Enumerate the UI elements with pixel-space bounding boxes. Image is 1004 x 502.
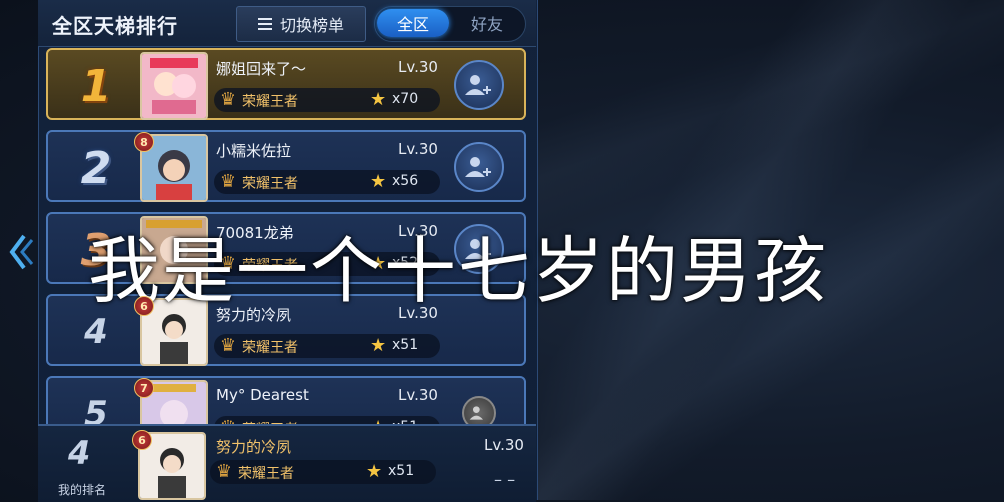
list-icon [257, 18, 272, 30]
add-friend-icon [469, 406, 483, 420]
tier-bar: ♛ 荣耀王者 ★ x51 [214, 334, 440, 358]
tier-name: 荣耀王者 [242, 176, 298, 192]
tier-name: 荣耀王者 [242, 94, 298, 110]
king-tier-icon: ♛ [215, 461, 233, 482]
player-level: Lv.30 [398, 58, 438, 76]
my-player-level: Lv.30 [484, 436, 524, 454]
star-count: x51 [388, 463, 415, 479]
avatar[interactable] [140, 52, 208, 120]
star-icon: ★ [370, 89, 387, 110]
caption-overlay: 我是一个十七岁的男孩 [88, 229, 829, 313]
rank-badge: 2 [80, 142, 112, 194]
tier-bar: ♛ 荣耀王者 ★ x56 [214, 170, 440, 194]
leaderboard-row[interactable]: 2 8 小糯米佐拉 Lv.30 ♛ 荣耀王者 ★ x56 [46, 130, 526, 202]
king-tier-icon: ♛ [219, 335, 237, 356]
leaderboard-header: 全区天梯排行 切换榜单 全区 好友 [38, 0, 536, 47]
king-tier-icon: ♛ [219, 89, 237, 110]
tier-bar: ♛ 荣耀王者 ★ x51 [210, 460, 436, 484]
my-rank-panel: 4 我的排名 6 努力的冷夙 Lv.30 ♛ 荣耀王者 ★ x51 – – [38, 424, 536, 502]
back-arrow-icon[interactable] [6, 232, 34, 272]
add-friend-button[interactable] [454, 142, 504, 192]
add-friend-button[interactable] [454, 60, 504, 110]
switch-list-button[interactable]: 切换榜单 [236, 6, 366, 42]
star-count: x56 [392, 173, 419, 189]
player-name: 娜姐回来了〜 [216, 60, 307, 78]
switch-list-label: 切换榜单 [279, 16, 344, 35]
player-level: Lv.30 [398, 140, 438, 158]
rank-badge: 1 [80, 60, 112, 112]
star-icon: ★ [370, 171, 387, 192]
scope-toggle: 全区 好友 [374, 6, 526, 42]
star-icon: ★ [370, 335, 387, 356]
player-level: Lv.30 [398, 386, 438, 404]
tier-bar: ♛ 荣耀王者 ★ x70 [214, 88, 440, 112]
vip-badge: 6 [132, 430, 152, 450]
my-rank-caption: 我的排名 [58, 483, 107, 497]
star-icon: ★ [366, 461, 383, 482]
add-friend-icon [465, 157, 491, 177]
star-count: x70 [392, 91, 419, 107]
tab-all-regions[interactable]: 全区 [377, 9, 449, 37]
leaderboard-row[interactable]: 1 娜姐回来了〜 Lv.30 ♛ 荣耀王者 ★ x70 [46, 48, 526, 120]
vip-badge: 8 [134, 132, 154, 152]
king-tier-icon: ♛ [219, 171, 237, 192]
player-name: 小糯米佐拉 [216, 142, 292, 160]
add-friend-icon [465, 75, 491, 95]
tier-name: 荣耀王者 [238, 466, 294, 482]
tier-name: 荣耀王者 [242, 340, 298, 356]
tab-friends[interactable]: 好友 [451, 9, 523, 37]
my-rank-extra: – – [494, 470, 516, 489]
vip-badge: 6 [134, 296, 154, 316]
player-name: My° Dearest [216, 386, 309, 404]
star-count: x51 [392, 337, 419, 353]
my-rank-number: 4 [68, 434, 91, 472]
page-title: 全区天梯排行 [52, 14, 178, 38]
vip-badge: 7 [134, 378, 154, 398]
my-player-name: 努力的冷夙 [216, 438, 292, 456]
